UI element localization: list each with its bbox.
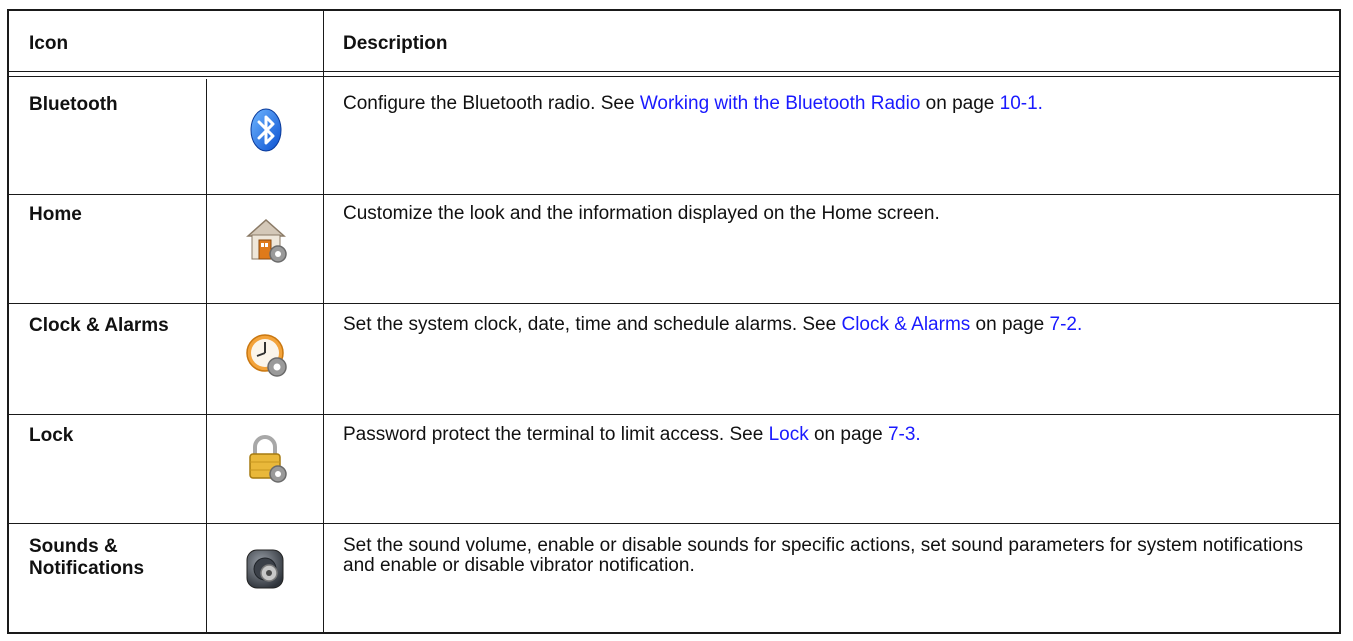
bluetooth-icon — [250, 108, 282, 152]
row-name-lock: Lock — [29, 425, 74, 446]
row-desc-clock-alarms: Set the system clock, date, time and sch… — [343, 314, 1083, 335]
header-rule-top — [9, 71, 1339, 72]
header-icon: Icon — [29, 33, 69, 54]
icon-description-table: Icon Description Bluetooth Configure the… — [7, 9, 1341, 634]
link-page-7-2[interactable]: 7-2. — [1050, 314, 1083, 335]
header-rule-bottom — [9, 76, 1339, 77]
lock-settings-icon — [249, 435, 287, 483]
row-desc-sounds-notifications: Set the sound volume, enable or disable … — [343, 535, 1304, 576]
row-desc-lock: Password protect the terminal to limit a… — [343, 424, 921, 445]
link-working-with-bluetooth-radio[interactable]: Working with the Bluetooth Radio — [640, 93, 921, 114]
row-divider — [9, 414, 1339, 415]
header-description: Description — [343, 33, 448, 54]
row-divider — [9, 303, 1339, 304]
clock-settings-icon — [246, 334, 287, 377]
row-name-sounds-notifications: Sounds & Notifications — [29, 536, 145, 579]
home-settings-icon — [246, 218, 287, 263]
link-clock-alarms[interactable]: Clock & Alarms — [841, 314, 970, 335]
row-divider — [9, 523, 1339, 524]
speaker-settings-icon — [246, 549, 284, 589]
link-page-7-3[interactable]: 7-3. — [888, 424, 921, 445]
link-lock[interactable]: Lock — [769, 424, 809, 445]
row-divider — [9, 194, 1339, 195]
column-divider-main — [323, 11, 324, 632]
row-desc-bluetooth: Configure the Bluetooth radio. See Worki… — [343, 93, 1043, 114]
row-name-bluetooth: Bluetooth — [29, 94, 118, 115]
row-name-clock-alarms: Clock & Alarms — [29, 315, 169, 336]
column-divider-icon — [206, 79, 207, 632]
row-name-home: Home — [29, 204, 82, 225]
row-desc-home: Customize the look and the information d… — [343, 203, 940, 224]
link-page-10-1[interactable]: 10-1. — [1000, 93, 1043, 114]
